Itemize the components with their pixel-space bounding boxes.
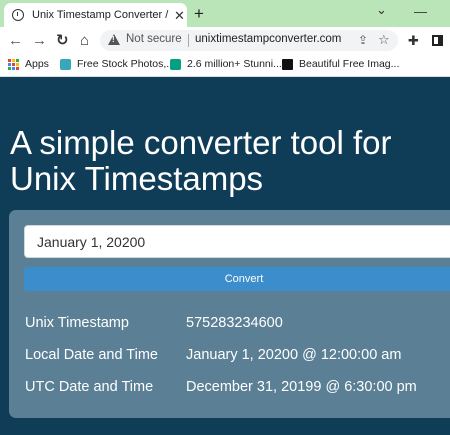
utc-date-value: December 31, 20199 @ 6:30:00 pm <box>186 379 417 395</box>
share-icon[interactable]: ⇪ <box>358 33 368 47</box>
bookmark-label: Free Stock Photos,... <box>77 58 176 70</box>
unix-timestamp-value: 575283234600 <box>186 315 283 331</box>
new-tab-button[interactable]: + <box>194 5 204 22</box>
bookmarks-bar: Apps Free Stock Photos,... 2.6 million+ … <box>0 54 450 77</box>
stock-photos-icon <box>60 58 71 70</box>
local-date-value: January 1, 20200 @ 12:00:00 am <box>186 347 402 363</box>
bookmark-free-stock-photos[interactable]: Free Stock Photos,... <box>60 58 175 70</box>
browser-toolbar: ← → ↻ ⌂ Not secure unixtimestampconverte… <box>0 27 450 54</box>
forward-arrow-icon[interactable]: → <box>32 33 47 48</box>
tab-close-icon[interactable]: ✕ <box>174 9 185 22</box>
extensions-puzzle-icon[interactable]: ✚ <box>408 33 419 49</box>
address-bar[interactable]: Not secure unixtimestampconverter.com ⇪ … <box>100 30 398 51</box>
bookmark-star-icon[interactable]: ☆ <box>378 32 390 48</box>
bookmark-label: 2.6 million+ Stunni... <box>187 58 282 70</box>
convert-button[interactable]: Convert <box>24 267 450 291</box>
pexels-icon <box>170 58 181 70</box>
tab-title: Unix Timestamp Converter / Epoch <box>32 9 170 21</box>
warning-icon[interactable] <box>108 34 120 45</box>
side-panel-icon[interactable] <box>432 35 443 46</box>
converter-card: Convert Unix Timestamp 575283234600 Loca… <box>9 210 450 418</box>
bookmark-beautiful-free-images[interactable]: Beautiful Free Imag... <box>282 58 399 70</box>
page-content: A simple converter tool for Unix Timesta… <box>0 77 450 435</box>
address-divider <box>188 34 189 47</box>
home-icon[interactable]: ⌂ <box>80 33 89 48</box>
unsplash-icon <box>282 58 293 70</box>
unix-timestamp-label: Unix Timestamp <box>25 315 129 331</box>
bookmark-apps[interactable]: Apps <box>8 58 49 70</box>
apps-grid-icon <box>8 58 19 70</box>
browser-tab[interactable]: Unix Timestamp Converter / Epoch ✕ <box>4 3 187 27</box>
back-arrow-icon[interactable]: ← <box>8 33 23 48</box>
bookmark-label: Beautiful Free Imag... <box>299 58 400 70</box>
security-status[interactable]: Not secure <box>126 33 182 45</box>
bookmark-stunning[interactable]: 2.6 million+ Stunni... <box>170 58 282 70</box>
tab-search-icon[interactable]: ⌄ <box>376 2 387 18</box>
bookmark-label: Apps <box>25 58 49 70</box>
reload-icon[interactable]: ↻ <box>56 33 69 48</box>
minimize-window-icon[interactable]: — <box>414 4 427 19</box>
page-headline: A simple converter tool for Unix Timesta… <box>10 124 392 197</box>
tab-strip: Unix Timestamp Converter / Epoch ✕ + ⌄ — <box>0 0 450 27</box>
clock-favicon-icon <box>12 9 24 21</box>
utc-date-label: UTC Date and Time <box>25 379 154 395</box>
local-date-label: Local Date and Time <box>25 347 158 363</box>
date-input[interactable] <box>24 225 450 258</box>
url-text[interactable]: unixtimestampconverter.com <box>195 33 341 45</box>
